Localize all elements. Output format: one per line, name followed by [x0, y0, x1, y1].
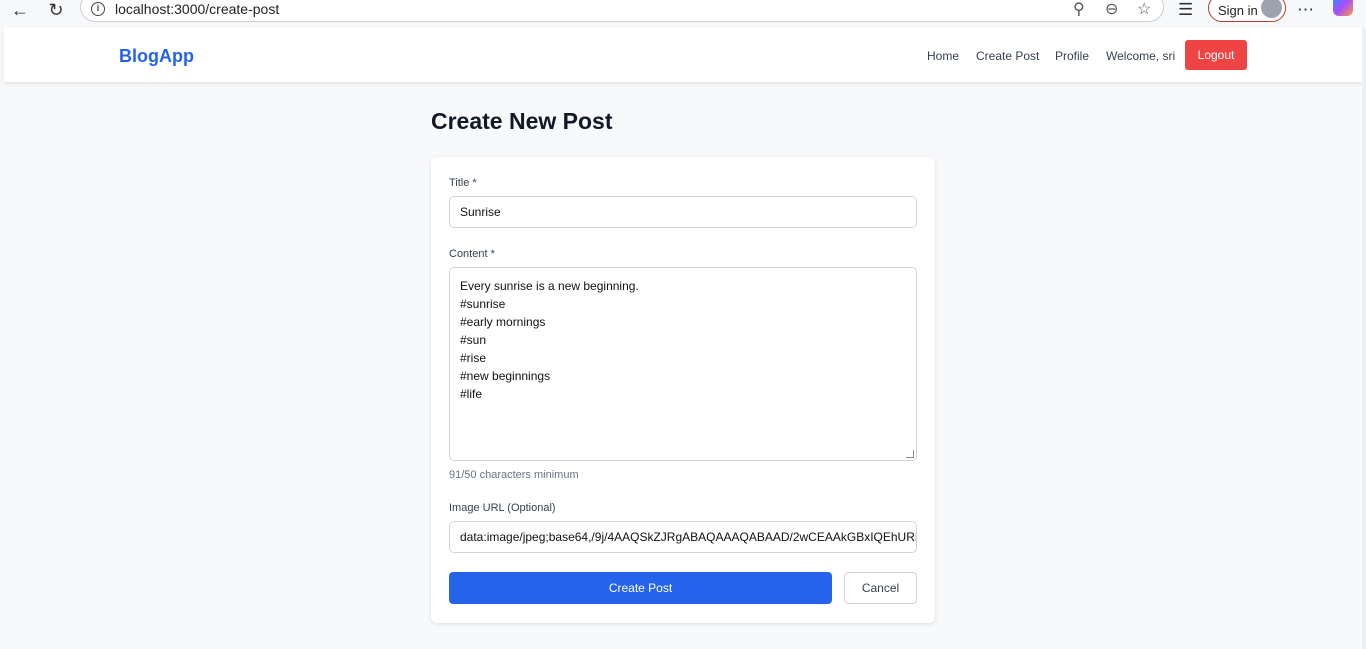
- content-textarea[interactable]: Every sunrise is a new beginning. #sunri…: [449, 267, 917, 461]
- page-title: Create New Post: [431, 108, 613, 134]
- top-navbar: BlogApp Home Create Post Profile Welcome…: [4, 28, 1362, 82]
- image-url-label: Image URL (Optional): [449, 502, 556, 514]
- reload-icon[interactable]: ↻: [44, 0, 68, 20]
- copilot-icon[interactable]: [1333, 0, 1353, 16]
- content-line: #early mornings: [460, 315, 546, 329]
- scrollbar-gutter: [1362, 28, 1366, 649]
- create-post-button[interactable]: Create Post: [449, 572, 832, 604]
- nav-link-create-post[interactable]: Create Post: [976, 49, 1039, 63]
- favorites-list-icon[interactable]: ☰: [1178, 0, 1193, 20]
- content-line: #sunrise: [460, 297, 506, 311]
- nav-link-profile[interactable]: Profile: [1055, 49, 1089, 63]
- content-line: Every sunrise is a new beginning.: [460, 279, 639, 293]
- more-icon[interactable]: ⋯: [1297, 0, 1314, 20]
- url-text: localhost:3000/create-post: [115, 1, 280, 17]
- resize-handle-icon[interactable]: [906, 450, 914, 458]
- content-line: #new beginnings: [460, 369, 551, 383]
- info-icon[interactable]: i: [91, 2, 105, 16]
- content-line: #rise: [460, 351, 487, 365]
- brand-logo[interactable]: BlogApp: [119, 46, 194, 67]
- title-label: Title *: [449, 177, 477, 189]
- sign-in-button[interactable]: Sign in: [1208, 0, 1286, 22]
- profile-avatar-icon: [1261, 0, 1282, 18]
- character-count-hint: 91/50 characters minimum: [449, 469, 579, 481]
- sign-in-label: Sign in: [1218, 3, 1258, 18]
- content-label: Content *: [449, 248, 495, 260]
- create-post-form: Title * Sunrise Content * Every sunrise …: [431, 157, 935, 623]
- address-bar[interactable]: i localhost:3000/create-post ⚲ ⊖ ☆: [80, 0, 1164, 22]
- logout-button[interactable]: Logout: [1185, 40, 1247, 70]
- back-icon[interactable]: ←: [8, 0, 32, 20]
- key-icon[interactable]: ⚲: [1073, 0, 1085, 19]
- welcome-text: Welcome, sri: [1106, 49, 1176, 63]
- zoom-out-icon[interactable]: ⊖: [1105, 0, 1118, 19]
- browser-toolbar: ← ↻ i localhost:3000/create-post ⚲ ⊖ ☆ ☰…: [0, 0, 1366, 26]
- app-page: BlogApp Home Create Post Profile Welcome…: [4, 28, 1362, 649]
- nav-link-home[interactable]: Home: [927, 49, 959, 63]
- favorite-icon[interactable]: ☆: [1137, 0, 1151, 19]
- cancel-button[interactable]: Cancel: [844, 572, 917, 604]
- image-url-input[interactable]: data:image/jpeg;base64,/9j/4AAQSkZJRgABA…: [449, 521, 917, 553]
- title-input[interactable]: Sunrise: [449, 196, 917, 228]
- content-line: #sun: [460, 333, 487, 347]
- content-line: #life: [460, 387, 483, 401]
